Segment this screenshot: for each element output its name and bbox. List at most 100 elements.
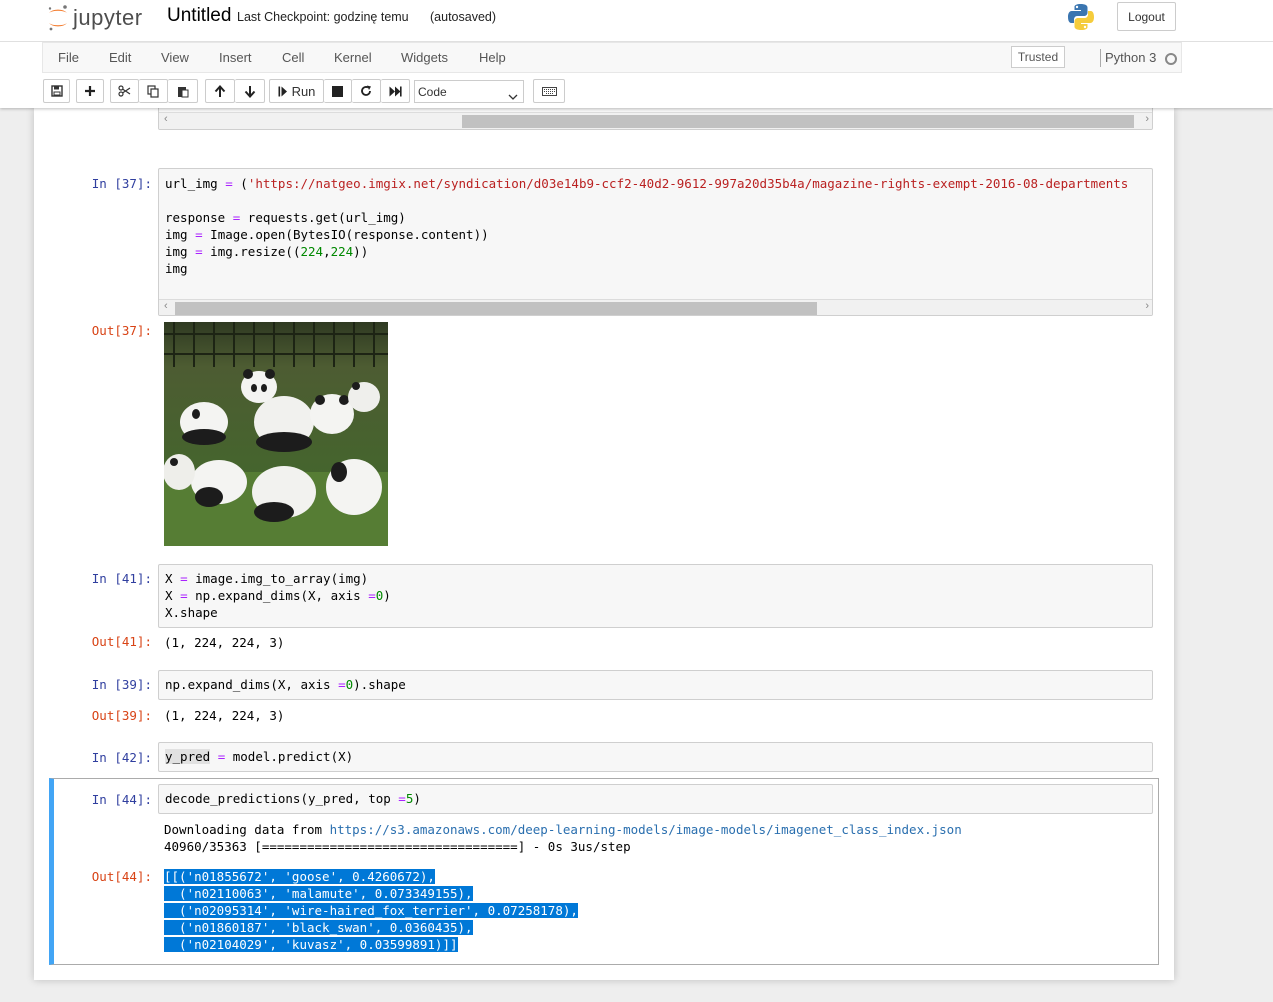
code-token: , [323,244,331,259]
cell-41-out-prompt: Out[41]: [91,634,152,649]
code-token: X.shape [165,605,218,620]
result-line: ('n02104029', 'kuvasz', 0.03599891)]] [164,937,458,952]
fast-forward-icon [389,86,402,97]
horizontal-scrollbar[interactable]: ‹ › [159,299,1152,315]
run-label: Run [291,83,316,99]
kernel-idle-icon [1165,53,1177,65]
code-token: np.expand_dims(X, axis [165,677,339,692]
cell-41-output: (1, 224, 224, 3) [164,635,285,650]
code-token: 224 [300,244,324,259]
jupyter-logo-text: jupyter [73,5,143,30]
code-token: = [180,571,188,586]
autosave-status: (autosaved) [430,10,497,24]
move-down-button[interactable] [235,79,265,103]
menu-widgets[interactable]: Widgets [401,50,448,65]
code-token: decode_predictions(y_pred, top [165,791,399,806]
save-button[interactable] [43,79,70,103]
cell-39-input[interactable]: np.expand_dims(X, axis =0).shape [158,670,1153,700]
trusted-indicator[interactable]: Trusted [1011,46,1065,68]
cell-37-in-prompt: In [37]: [91,176,152,191]
paste-button[interactable] [168,79,198,103]
python-logo-icon [1066,2,1096,32]
arrow-up-icon [214,84,226,98]
code-token: X [165,588,181,603]
cell-44-output: [[('n01855672', 'goose', 0.4260672), ('n… [164,868,578,953]
code-token: 'https://natgeo.imgix.net/syndication/d0… [247,176,1129,191]
menu-cell[interactable]: Cell [282,50,304,65]
code-token: ( [240,176,248,191]
scroll-right-icon: › [1145,113,1149,125]
cell-37-code[interactable]: url_img = ('https://natgeo.imgix.net/syn… [165,175,1128,277]
cell-41-code[interactable]: X = image.img_to_array(img) X = np.expan… [165,570,391,621]
code-token: img [165,244,196,259]
jupyter-logo-icon [46,4,70,32]
stream-prefix: Downloading data from [164,822,330,837]
restart-run-all-button[interactable] [381,79,410,103]
horizontal-scrollbar[interactable]: ‹ › [159,112,1152,129]
code-token: requests.get(url_img) [240,210,406,225]
code-token: = [195,244,203,259]
menu-insert[interactable]: Insert [219,50,252,65]
chevron-down-icon [508,89,518,103]
result-line: ('n02110063', 'malamute', 0.073349155), [164,886,473,901]
cell-type-select[interactable]: Code [414,80,524,103]
code-token: ) [413,791,421,806]
cell-41-in-prompt: In [41]: [91,571,152,586]
code-token: ) [383,588,391,603]
interrupt-button[interactable] [324,79,352,103]
copy-button[interactable] [139,79,168,103]
download-link[interactable]: https://s3.amazonaws.com/deep-learning-m… [330,822,962,837]
restart-button[interactable] [352,79,381,103]
cell-41-input[interactable]: X = image.img_to_array(img) X = np.expan… [158,564,1153,628]
copy-icon [147,84,159,98]
cell-42-input[interactable]: y_pred = model.predict(X) [158,742,1153,772]
run-icon [278,86,288,97]
menu-view[interactable]: View [161,50,189,65]
cell-type-value: Code [418,85,447,99]
code-token: ).shape [353,677,406,692]
code-token: url_img [165,176,218,191]
scroll-left-icon: ‹ [164,300,168,312]
code-token: )) [353,244,369,259]
code-token: img [165,261,188,276]
logout-button[interactable]: Logout [1117,2,1176,31]
run-button[interactable]: Run [269,79,324,103]
keyboard-icon [541,86,557,96]
code-token: = [195,227,203,242]
cell-39-code[interactable]: np.expand_dims(X, axis =0).shape [165,676,406,693]
scrollbar-thumb[interactable] [175,302,817,315]
plus-icon [84,85,96,97]
code-token: 224 [330,244,354,259]
cell-42-code[interactable]: y_pred = model.predict(X) [165,748,353,765]
notebook-title[interactable]: Untitled [167,5,231,27]
checkpoint-status: Last Checkpoint: godzinę temu [237,10,409,24]
move-up-button[interactable] [205,79,235,103]
code-token: img [165,227,196,242]
cut-button[interactable] [110,79,139,103]
result-line: ('n02095314', 'wire-haired_fox_terrier',… [164,903,578,918]
menu-edit[interactable]: Edit [109,50,131,65]
scrollbar-thumb[interactable] [462,115,1134,128]
arrow-down-icon [244,85,256,98]
cell-42-in-prompt: In [42]: [91,750,152,765]
cut-icon [118,85,131,97]
code-token: X [165,571,181,586]
header: jupyter Untitled Last Checkpoint: godzin… [0,0,1273,108]
insert-cell-button[interactable] [76,79,104,103]
menu-kernel[interactable]: Kernel [334,50,372,65]
kernel-name[interactable]: Python 3 [1105,50,1156,65]
menu-file[interactable]: File [58,50,79,65]
cell-37-input[interactable]: url_img = ('https://natgeo.imgix.net/syn… [158,168,1153,316]
code-token: = [180,588,188,603]
code-token: = [398,791,406,806]
command-palette-button[interactable] [533,79,565,103]
jupyter-logo[interactable]: jupyter [46,3,143,33]
code-token: y_pred [165,749,211,764]
menu-help[interactable]: Help [479,50,506,65]
code-token: response [165,210,233,225]
cell-44-code[interactable]: decode_predictions(y_pred, top =5) [165,790,421,807]
cell-44-input[interactable]: decode_predictions(y_pred, top =5) [158,784,1153,814]
result-line: [[('n01855672', 'goose', 0.4260672), [164,869,435,884]
output-image [163,322,388,546]
code-token: = [338,677,346,692]
